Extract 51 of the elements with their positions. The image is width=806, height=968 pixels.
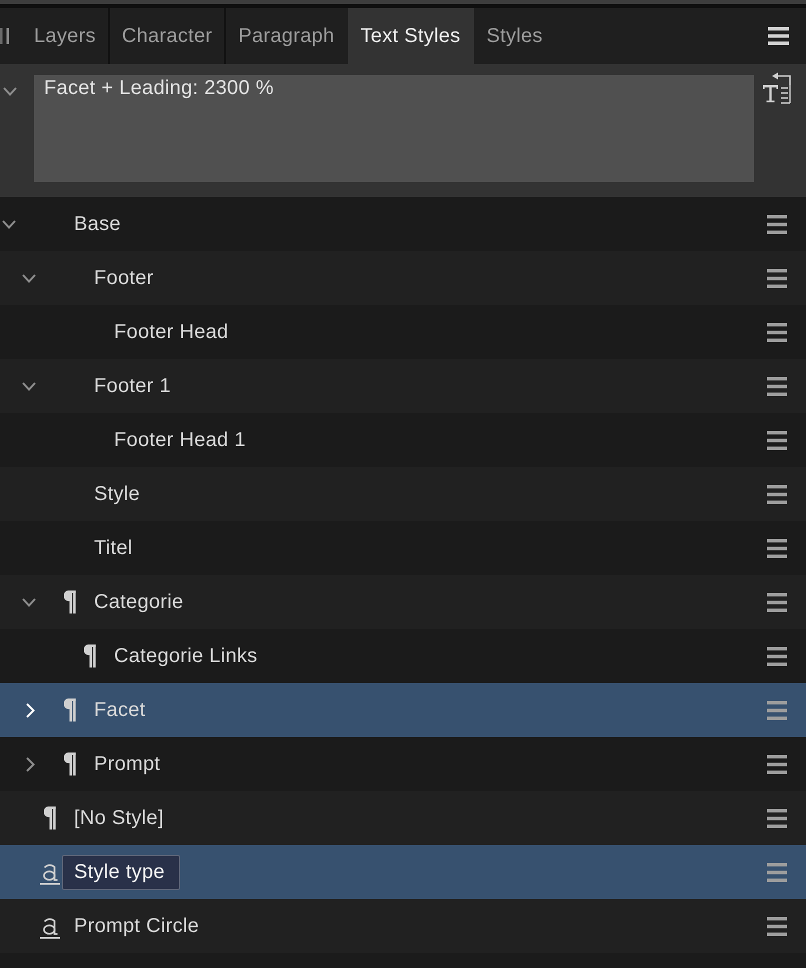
menu-icon[interactable] (767, 484, 787, 504)
menu-icon[interactable] (767, 754, 787, 774)
style-name: Footer (94, 266, 154, 290)
style-row[interactable]: Style type (0, 845, 806, 899)
style-row[interactable]: Prompt Circle (0, 899, 806, 953)
pilcrow-icon (84, 644, 96, 668)
pilcrow-icon (64, 590, 76, 614)
pilcrow-icon (44, 806, 56, 830)
style-name: Footer Head (114, 320, 228, 344)
style-name: Titel (94, 536, 133, 560)
rename-field[interactable]: Style type (62, 854, 180, 890)
chevron-down-icon[interactable] (22, 598, 36, 606)
style-name: Style (94, 482, 140, 506)
chevron-down-icon[interactable] (22, 274, 36, 282)
menu-icon[interactable] (768, 27, 789, 45)
style-name: Footer Head 1 (114, 428, 246, 452)
style-row[interactable]: [No Style] (0, 791, 806, 845)
chevron-down-icon[interactable] (2, 220, 16, 228)
style-row[interactable]: Footer 1 (0, 359, 806, 413)
pilcrow-icon (64, 752, 76, 776)
chevron-down-icon[interactable] (22, 382, 36, 390)
style-name: Prompt Circle (74, 914, 200, 938)
text-lines-icon[interactable] (762, 72, 792, 104)
style-row[interactable]: Style (0, 467, 806, 521)
menu-icon[interactable] (767, 376, 787, 396)
chevron-down-icon[interactable] (3, 87, 17, 96)
chevron-right-icon[interactable] (26, 756, 35, 772)
menu-icon[interactable] (767, 322, 787, 342)
menu-icon[interactable] (767, 430, 787, 450)
style-name: Categorie Links (114, 644, 258, 668)
style-name: Footer 1 (94, 374, 171, 398)
style-name: [No Style] (74, 806, 164, 830)
tab[interactable]: Styles (474, 8, 557, 64)
style-row[interactable]: Footer (0, 251, 806, 305)
style-row[interactable]: Categorie (0, 575, 806, 629)
menu-icon[interactable] (767, 808, 787, 828)
menu-icon[interactable] (767, 268, 787, 288)
style-preview: Facet + Leading: 2300 % (34, 75, 754, 182)
menu-icon[interactable] (767, 214, 787, 234)
double-bar-icon (0, 28, 10, 44)
style-name: Prompt (94, 752, 160, 776)
menu-icon[interactable] (767, 646, 787, 666)
menu-icon[interactable] (767, 538, 787, 558)
style-name: Base (74, 212, 121, 236)
tab[interactable]: Paragraph (226, 8, 348, 64)
style-name: Facet (94, 698, 146, 722)
pilcrow-icon (64, 698, 76, 722)
menu-icon[interactable] (767, 916, 787, 936)
style-name: Categorie (94, 590, 184, 614)
tab[interactable]: Text Styles (348, 8, 474, 64)
menu-icon[interactable] (767, 592, 787, 612)
